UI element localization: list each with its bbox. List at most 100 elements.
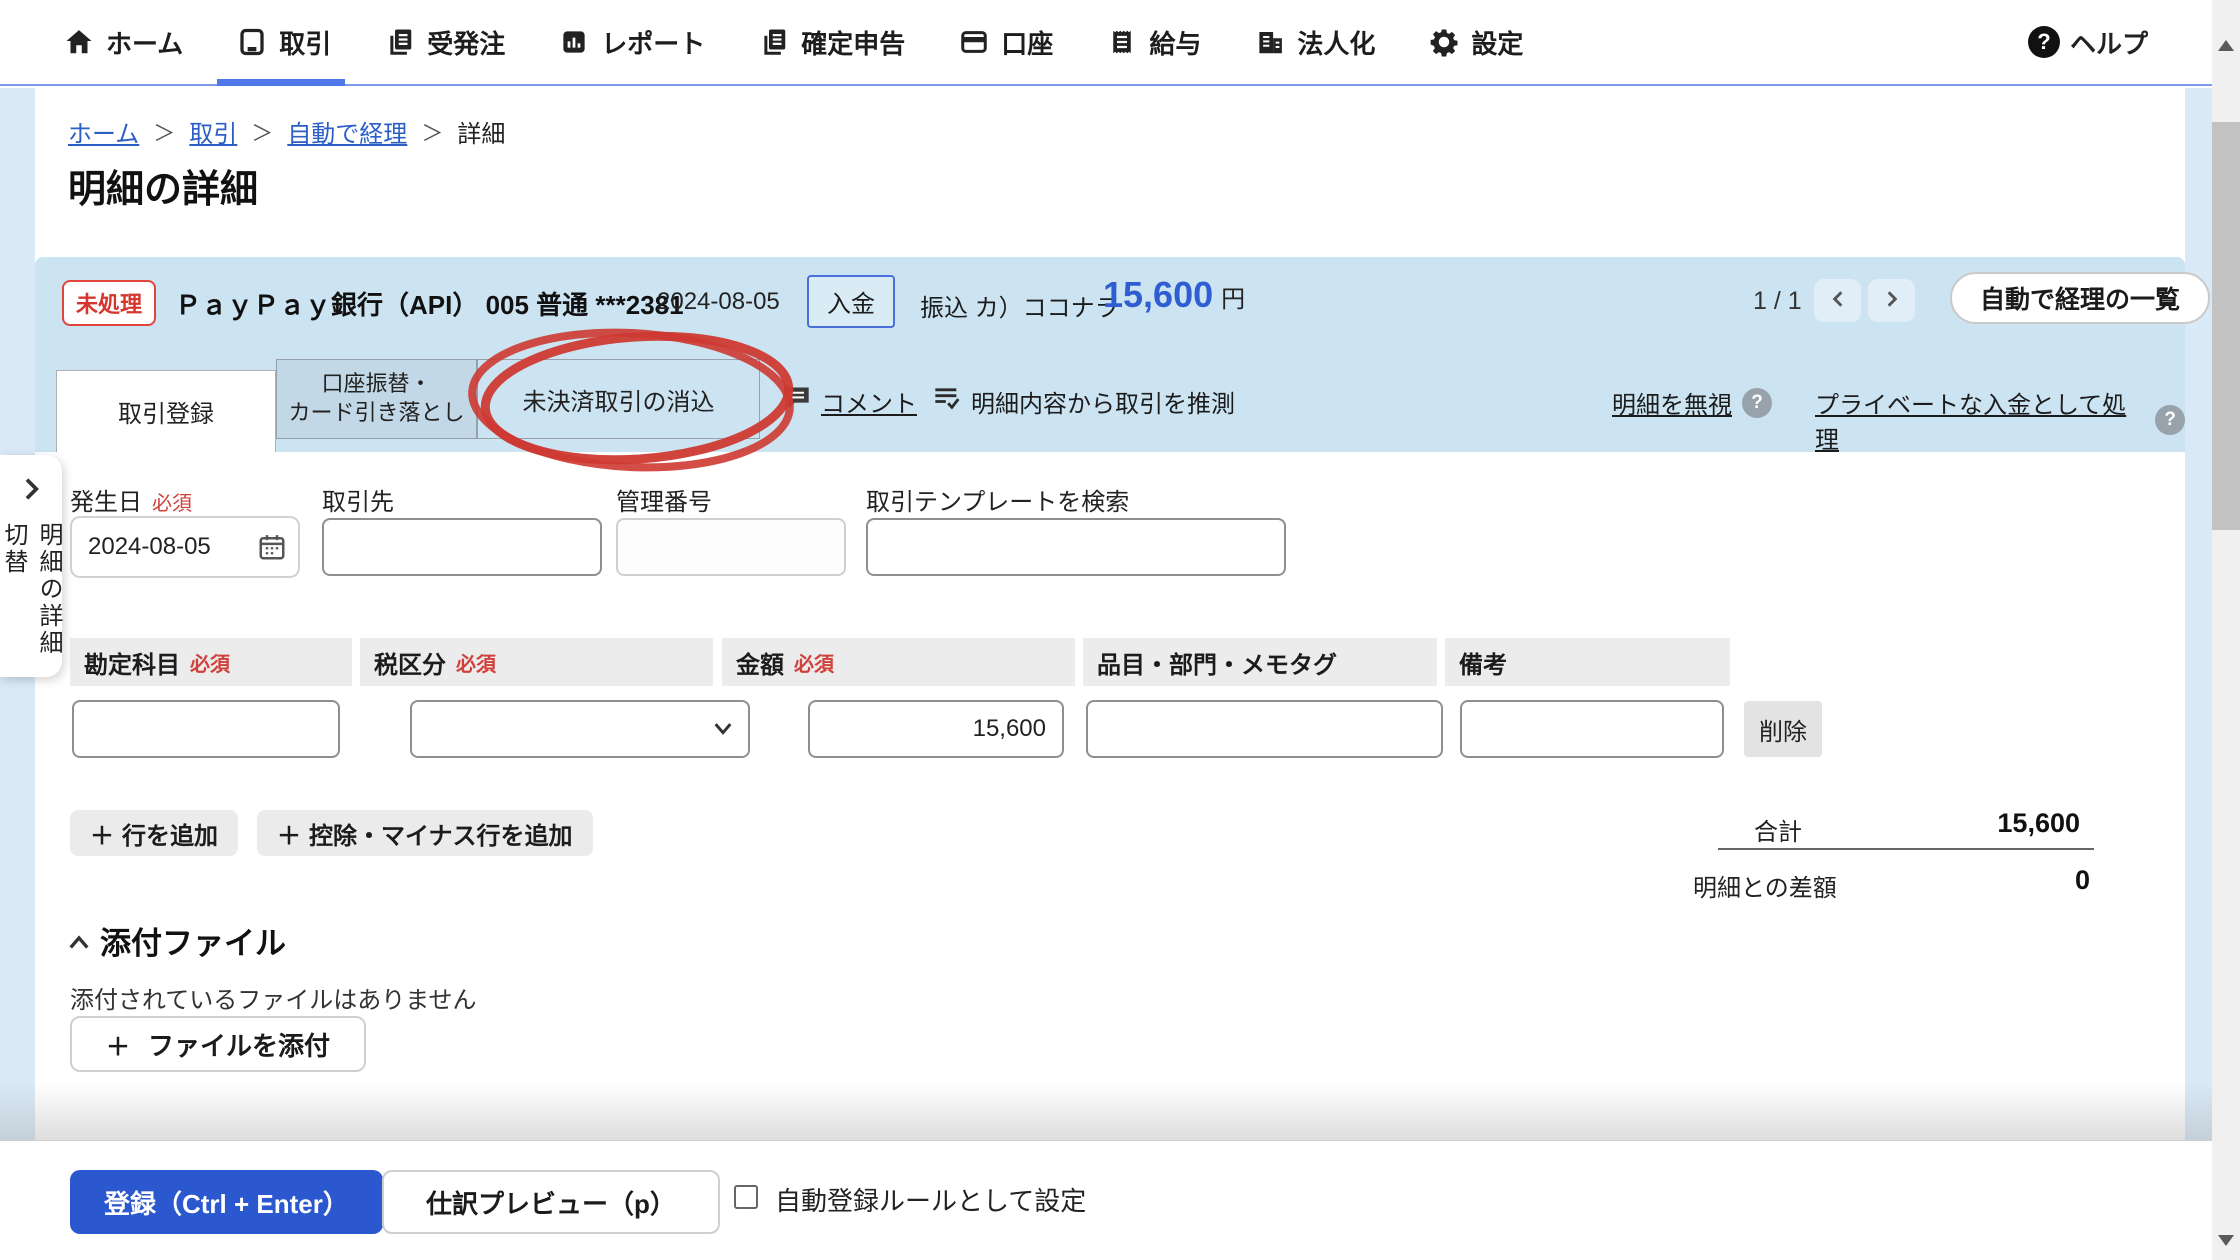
journal-preview-button[interactable]: 仕訳プレビュー（p）	[382, 1170, 720, 1234]
detail-switch-panel[interactable]: 明細の詳細切替	[0, 455, 62, 677]
template-search-input[interactable]	[866, 518, 1286, 576]
auto-rule-checkbox[interactable]	[734, 1185, 758, 1209]
private-deposit-link[interactable]: プライベートな入金として処理 ?	[1815, 385, 2185, 455]
tab-transfer-card-debit[interactable]: 口座振替・ カード引き落とし	[276, 359, 477, 439]
scroll-up-arrow-icon[interactable]	[2218, 40, 2234, 51]
nav-item-settings[interactable]: 設定	[1429, 0, 1523, 84]
incorporation-icon	[1255, 27, 1285, 57]
register-button[interactable]: 登録（Ctrl + Enter）	[70, 1170, 383, 1234]
column-header-note: 備考	[1445, 638, 1730, 686]
required-badge: 必須	[794, 648, 834, 677]
column-header-amount: 金額必須	[722, 638, 1075, 686]
nav-item-orders[interactable]: 受発注	[385, 0, 505, 84]
tax-class-select[interactable]	[410, 700, 750, 758]
required-badge: 必須	[456, 648, 496, 677]
tab-unsettled-clearing[interactable]: 未決済取引の消込	[477, 359, 760, 439]
add-row-button[interactable]: ＋ 行を追加	[70, 810, 238, 856]
pager-next-button[interactable]	[1868, 279, 1915, 322]
partner-label: 取引先	[322, 482, 394, 517]
difference-value: 0	[1925, 865, 2090, 896]
date-label: 発生日必須	[70, 482, 192, 517]
required-badge: 必須	[152, 487, 192, 516]
comment-icon	[783, 385, 811, 418]
ignore-label: 明細を無視	[1612, 385, 1732, 420]
column-header-account: 勘定科目必須	[70, 638, 352, 686]
auto-accounting-list-button[interactable]: 自動で経理の一覧	[1950, 272, 2210, 324]
infer-deal-link[interactable]: 明細内容から取引を推測	[933, 384, 1235, 419]
account-item-input[interactable]	[72, 700, 340, 758]
partner-input[interactable]	[322, 518, 602, 576]
nav-item-accounts[interactable]: 口座	[959, 0, 1053, 84]
nav-item-tax-return[interactable]: 確定申告	[759, 0, 905, 84]
ignore-entry-link[interactable]: 明細を無視 ?	[1612, 385, 1772, 420]
template-search-label: 取引テンプレートを検索	[866, 482, 1129, 517]
tab-label-line1: 口座振替・	[321, 370, 431, 399]
scroll-down-arrow-icon[interactable]	[2218, 1235, 2234, 1246]
comment-label: コメント	[821, 384, 917, 419]
pager-count: 1 / 1	[1753, 287, 1802, 316]
breadcrumb-home[interactable]: ホーム	[68, 114, 139, 149]
accounts-icon	[959, 27, 989, 57]
pager-prev-button[interactable]	[1814, 279, 1861, 322]
breadcrumb-separator: ＞	[421, 116, 443, 148]
orders-icon	[385, 27, 415, 57]
nav-item-payroll[interactable]: 給与	[1107, 0, 1201, 84]
entry-date: 2024-08-05	[657, 288, 780, 316]
tab-deal-register[interactable]: 取引登録	[56, 370, 276, 452]
breadcrumb-separator: ＞	[251, 116, 273, 148]
infer-label: 明細内容から取引を推測	[971, 384, 1235, 419]
breadcrumb-auto-accounting[interactable]: 自動で経理	[287, 114, 407, 149]
total-value: 15,600	[1925, 808, 2080, 839]
column-header-tax-class: 税区分必須	[360, 638, 713, 686]
app-header: ホーム 取引 受発注 レポート	[0, 0, 2212, 86]
infer-list-check-icon	[933, 385, 961, 418]
question-icon[interactable]: ?	[1742, 388, 1772, 418]
difference-label: 明細との差額	[1693, 868, 1837, 903]
nav-label: 取引	[279, 24, 331, 61]
main-nav: ホーム 取引 受発注 レポート	[64, 0, 1523, 84]
nav-item-incorporation[interactable]: 法人化	[1255, 0, 1375, 84]
content-card: ホーム ＞ 取引 ＞ 自動で経理 ＞ 詳細 明細の詳細 未処理 ＰａｙＰａｙ銀行…	[35, 88, 2185, 1140]
nav-label: 法人化	[1297, 24, 1375, 61]
occurrence-date-input[interactable]	[70, 516, 300, 578]
chevron-right-icon	[21, 477, 41, 506]
nav-item-reports[interactable]: レポート	[559, 0, 705, 84]
plus-icon: ＋	[106, 1027, 130, 1062]
amount-value: 15,600	[1103, 274, 1213, 316]
nav-item-deals[interactable]: 取引	[237, 0, 331, 84]
add-row-label: 行を追加	[122, 816, 218, 851]
plus-icon: ＋	[277, 816, 301, 851]
management-number-input[interactable]	[616, 518, 846, 576]
nav-label: 確定申告	[801, 24, 905, 61]
nav-label: ホーム	[106, 24, 183, 61]
help-icon: ?	[2028, 26, 2060, 58]
delete-row-button[interactable]: 削除	[1744, 701, 1822, 757]
attach-file-button[interactable]: ＋ ファイルを添付	[70, 1016, 366, 1072]
comment-link[interactable]: コメント	[783, 384, 917, 419]
note-input[interactable]	[1460, 700, 1724, 758]
help-button[interactable]: ? ヘルプ	[2028, 24, 2148, 61]
nav-label: 設定	[1471, 24, 1523, 61]
scrollbar[interactable]	[2212, 0, 2240, 1260]
attachments-section-toggle[interactable]: 添付ファイル	[68, 918, 286, 963]
detail-switch-label: 明細の詳細切替	[0, 522, 66, 677]
management-number-label: 管理番号	[616, 482, 712, 517]
nav-item-home[interactable]: ホーム	[64, 0, 183, 84]
add-minus-row-button[interactable]: ＋ 控除・マイナス行を追加	[257, 810, 593, 856]
item-dept-tag-input[interactable]	[1086, 700, 1443, 758]
question-icon[interactable]: ?	[2155, 405, 2185, 435]
tab-label-line2: カード引き落とし	[288, 399, 464, 428]
home-icon	[64, 27, 94, 57]
total-divider	[1718, 848, 2094, 850]
attachments-title: 添付ファイル	[100, 918, 286, 963]
nav-label: 口座	[1001, 24, 1053, 61]
amount-input[interactable]	[808, 700, 1064, 758]
action-bar: 登録（Ctrl + Enter） 仕訳プレビュー（p） 自動登録ルールとして設定	[0, 1140, 2212, 1260]
nav-label: 受発注	[427, 24, 505, 61]
scrollbar-thumb[interactable]	[2212, 122, 2240, 530]
column-header-item-dept-tag: 品目・部門・メモタグ	[1083, 638, 1437, 686]
attach-file-label: ファイルを添付	[148, 1026, 330, 1063]
breadcrumb-separator: ＞	[153, 116, 175, 148]
breadcrumb-deals[interactable]: 取引	[189, 114, 237, 149]
account-name: ＰａｙＰａｙ銀行（API） 005 普通 ***2381	[175, 285, 684, 322]
